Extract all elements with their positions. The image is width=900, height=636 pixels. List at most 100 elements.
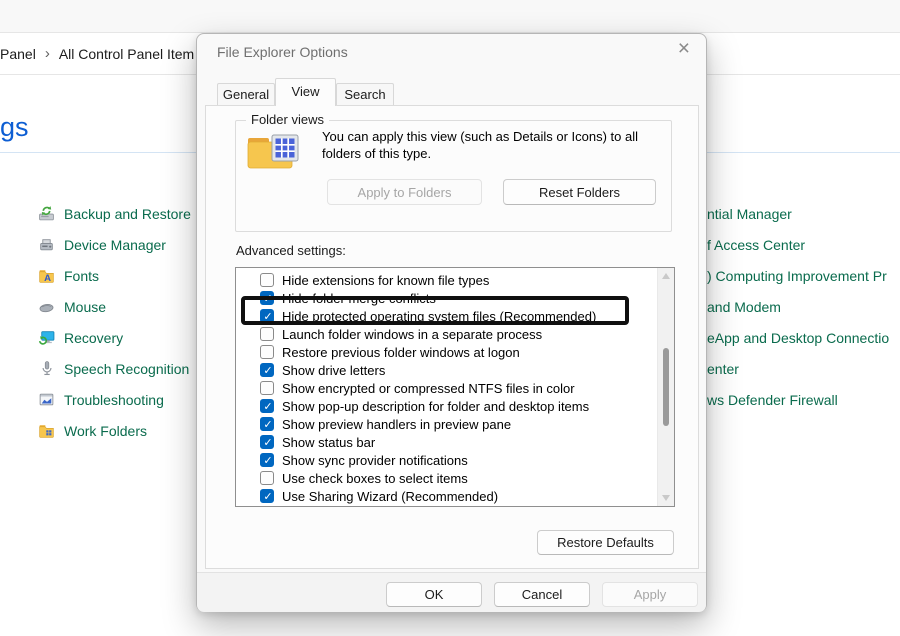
control-panel-left-column: Backup and Restore Device Manager A Fonts Mo… xyxy=(38,198,191,446)
advanced-setting-label: Show drive letters xyxy=(282,363,385,378)
advanced-setting-row[interactable]: Hide folder merge conflicts xyxy=(236,289,657,307)
advanced-setting-label: Use Sharing Wizard (Recommended) xyxy=(282,489,498,504)
advanced-setting-label: Launch folder windows in a separate proc… xyxy=(282,327,542,342)
advanced-setting-row[interactable]: Show pop-up description for folder and d… xyxy=(236,397,657,415)
cp-item-troubleshooting[interactable]: Troubleshooting xyxy=(38,384,191,415)
cp-item-device-manager[interactable]: Device Manager xyxy=(38,229,191,260)
window-topbar xyxy=(0,0,900,33)
cp-item-partial[interactable]: eApp and Desktop Connectio xyxy=(707,322,889,353)
cp-item-speech-recognition[interactable]: Speech Recognition xyxy=(38,353,191,384)
breadcrumb-segment-all-items[interactable]: All Control Panel Item xyxy=(59,46,194,62)
scrollbar-thumb[interactable] xyxy=(663,348,669,426)
advanced-setting-row[interactable]: Use check boxes to select items xyxy=(236,469,657,487)
advanced-setting-row[interactable]: Hide protected operating system files (R… xyxy=(236,307,657,325)
apply-button[interactable]: Apply xyxy=(602,582,698,607)
cp-item-partial[interactable]: ntial Manager xyxy=(707,198,889,229)
cp-item-partial[interactable]: enter xyxy=(707,353,889,384)
troubleshooting-icon xyxy=(38,391,55,408)
cp-item-label: Recovery xyxy=(64,330,123,346)
checkbox-checked-icon[interactable] xyxy=(260,291,274,305)
advanced-setting-label: Show status bar xyxy=(282,435,375,450)
advanced-settings-label: Advanced settings: xyxy=(236,243,346,258)
dialog-button-strip: OK Cancel Apply xyxy=(197,572,706,612)
checkbox-unchecked-icon[interactable] xyxy=(260,471,274,485)
tab-general[interactable]: General xyxy=(217,83,275,105)
checkbox-checked-icon[interactable] xyxy=(260,309,274,323)
advanced-setting-label: Show encrypted or compressed NTFS files … xyxy=(282,381,575,396)
advanced-setting-row[interactable]: Hide extensions for known file types xyxy=(236,271,657,289)
tab-view[interactable]: View xyxy=(275,78,336,106)
scrollbar[interactable] xyxy=(657,268,674,506)
cp-item-label: Device Manager xyxy=(64,237,166,253)
view-tab-page: Folder views You can apply this view (s xyxy=(205,105,699,569)
tab-search[interactable]: Search xyxy=(336,83,394,105)
advanced-setting-label: Show sync provider notifications xyxy=(282,453,468,468)
checkbox-unchecked-icon[interactable] xyxy=(260,327,274,341)
apply-to-folders-button[interactable]: Apply to Folders xyxy=(327,179,482,205)
cp-item-label: Work Folders xyxy=(64,423,147,439)
cp-item-recovery[interactable]: Recovery xyxy=(38,322,191,353)
advanced-setting-row[interactable]: Show status bar xyxy=(236,433,657,451)
restore-defaults-button[interactable]: Restore Defaults xyxy=(537,530,674,555)
work-folders-icon xyxy=(38,422,55,439)
control-panel-right-column: ntial Managerf Access Center) Computing … xyxy=(707,198,889,415)
cp-item-label: Troubleshooting xyxy=(64,392,164,408)
advanced-setting-row[interactable]: Show sync provider notifications xyxy=(236,451,657,469)
breadcrumb-segment-panel[interactable]: Panel xyxy=(0,46,36,62)
cp-item-label: Speech Recognition xyxy=(64,361,189,377)
screen: Panel › All Control Panel Item gs Backup… xyxy=(0,0,900,636)
advanced-settings-rows: Hide extensions for known file types Hide… xyxy=(236,271,657,505)
dialog-title: File Explorer Options xyxy=(217,44,348,60)
advanced-setting-row[interactable]: Show drive letters xyxy=(236,361,657,379)
chevron-right-icon: › xyxy=(45,45,50,62)
checkbox-checked-icon[interactable] xyxy=(260,417,274,431)
cp-item-partial[interactable]: f Access Center xyxy=(707,229,889,260)
speech-recognition-icon xyxy=(38,360,55,377)
cp-item-partial[interactable]: and Modem xyxy=(707,291,889,322)
checkbox-checked-icon[interactable] xyxy=(260,453,274,467)
ok-button[interactable]: OK xyxy=(386,582,482,607)
page-title-fragment: gs xyxy=(0,112,29,143)
advanced-setting-label: Use check boxes to select items xyxy=(282,471,468,486)
reset-folders-button[interactable]: Reset Folders xyxy=(503,179,656,205)
advanced-setting-row[interactable]: Show preview handlers in preview pane xyxy=(236,415,657,433)
advanced-setting-label: Hide protected operating system files (R… xyxy=(282,309,596,324)
backup-restore-icon xyxy=(38,205,55,222)
cp-item-partial[interactable]: ) Computing Improvement Pr xyxy=(707,260,889,291)
checkbox-checked-icon[interactable] xyxy=(260,363,274,377)
device-manager-icon xyxy=(38,236,55,253)
svg-text:A: A xyxy=(44,273,51,284)
checkbox-checked-icon[interactable] xyxy=(260,399,274,413)
advanced-settings-list: Hide extensions for known file types Hide… xyxy=(235,267,675,507)
advanced-setting-row[interactable]: Restore previous folder windows at logon xyxy=(236,343,657,361)
folder-view-icon xyxy=(247,132,299,170)
checkbox-unchecked-icon[interactable] xyxy=(260,381,274,395)
checkbox-checked-icon[interactable] xyxy=(260,489,274,503)
checkbox-checked-icon[interactable] xyxy=(260,435,274,449)
advanced-setting-row[interactable]: Launch folder windows in a separate proc… xyxy=(236,325,657,343)
folder-views-description: You can apply this view (such as Details… xyxy=(322,128,667,162)
fonts-icon: A xyxy=(38,267,55,284)
folder-views-legend: Folder views xyxy=(246,112,329,127)
cp-item-work-folders[interactable]: Work Folders xyxy=(38,415,191,446)
cancel-button[interactable]: Cancel xyxy=(494,582,590,607)
cp-item-fonts[interactable]: A Fonts xyxy=(38,260,191,291)
advanced-setting-row[interactable]: Show encrypted or compressed NTFS files … xyxy=(236,379,657,397)
advanced-setting-row[interactable]: Use Sharing Wizard (Recommended) xyxy=(236,487,657,505)
cp-item-partial[interactable]: ws Defender Firewall xyxy=(707,384,889,415)
checkbox-unchecked-icon[interactable] xyxy=(260,345,274,359)
cp-item-label: Backup and Restore xyxy=(64,206,191,222)
cp-item-mouse[interactable]: Mouse xyxy=(38,291,191,322)
scroll-down-icon[interactable] xyxy=(662,495,670,501)
cp-item-backup-and-restore[interactable]: Backup and Restore xyxy=(38,198,191,229)
file-explorer-options-dialog: File Explorer Options × General View Sea… xyxy=(196,33,707,612)
scroll-up-icon[interactable] xyxy=(662,273,670,279)
mouse-icon xyxy=(38,298,55,315)
checkbox-unchecked-icon[interactable] xyxy=(260,273,274,287)
close-icon[interactable]: × xyxy=(678,38,690,59)
cp-item-label: Mouse xyxy=(64,299,106,315)
cp-item-label: Fonts xyxy=(64,268,99,284)
advanced-setting-label: Hide extensions for known file types xyxy=(282,273,489,288)
advanced-setting-label: Restore previous folder windows at logon xyxy=(282,345,520,360)
advanced-setting-label: Hide folder merge conflicts xyxy=(282,291,436,306)
